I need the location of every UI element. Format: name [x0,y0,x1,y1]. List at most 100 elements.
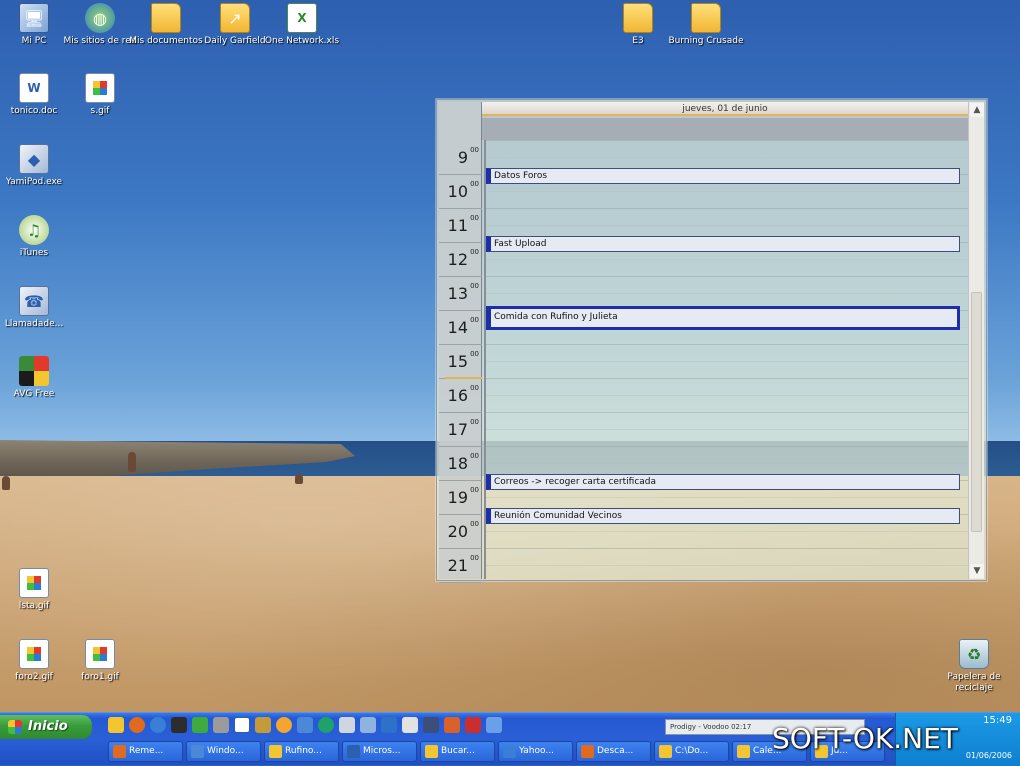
app-icon[interactable] [339,717,355,733]
app-icon[interactable] [444,717,460,733]
scroll-up-button[interactable]: ▲ [970,103,984,117]
app-icon[interactable] [486,717,502,733]
taskbar-task-button[interactable]: Desca... [576,741,651,762]
task-label: Desca... [597,746,634,756]
desktop-icon-daily-garfield[interactable]: ↗ Daily Garfield [197,3,273,47]
tree-icon[interactable] [192,717,208,733]
taskbar-task-button[interactable]: C:\Do... [654,741,729,762]
hour-label: 13 00 [439,277,482,311]
calendar-date-header[interactable]: jueves, 01 de junio [482,102,968,116]
app-icon[interactable] [360,717,376,733]
desktop-icon-recycle-bin[interactable]: ♻ Papelera de reciclaje [936,639,1012,694]
hour-minutes: 00 [470,350,479,358]
start-button[interactable]: Inicio [0,715,92,739]
hour-label: 21 00 [439,549,482,583]
task-label: Rufino... [285,746,322,756]
wallpaper-person [128,452,136,472]
half-hour-slot-line [486,191,968,192]
desktop-icon-e3[interactable]: E3 [600,3,676,47]
half-hour-slot-line [486,395,968,396]
desktop-icon-avg-free[interactable]: AVG Free [0,356,72,400]
hour-slot-line [486,140,968,141]
scroll-down-button[interactable]: ▼ [970,564,984,578]
taskbar-task-button[interactable]: Reme... [108,741,183,762]
desktop-icon-burning-crusade[interactable]: Burning Crusade [668,3,744,47]
avg-icon [19,356,49,386]
calendar-all-day-area[interactable] [482,118,968,140]
taskbar-task-button[interactable]: Yahoo... [498,741,573,762]
internet-explorer-icon[interactable] [150,717,166,733]
itunes-icon: ♫ [19,215,49,245]
app-icon[interactable] [318,717,334,733]
app-icon[interactable] [213,717,229,733]
task-label: C:\Do... [675,746,709,756]
calendar-event[interactable]: Reunión Comunidad Vecinos [486,508,960,524]
clock[interactable]: 15:49 [983,715,1012,726]
recycle-bin-icon: ♻ [959,639,989,669]
hour-slot-line [486,344,968,345]
folder-icon[interactable] [108,717,124,733]
taskbar-task-button[interactable]: Windo... [186,741,261,762]
desktop-icon-itunes[interactable]: ♫ iTunes [0,215,72,259]
half-hour-slot-line [486,157,968,158]
hour-number: 21 [447,556,468,575]
app-icon[interactable] [297,717,313,733]
half-hour-slot-line [486,225,968,226]
app-icon[interactable] [423,717,439,733]
calendar-event[interactable]: Fast Upload [486,236,960,252]
hour-number: 12 [447,250,468,269]
word-icon[interactable] [234,717,250,733]
app-icon[interactable] [255,717,271,733]
hour-slot-line [486,548,968,549]
app-icon[interactable] [171,717,187,733]
taskbar-task-button[interactable]: Rufino... [264,741,339,762]
desktop-icon-my-documents[interactable]: Mis documentos [128,3,204,47]
hour-label: 18 00 [439,447,482,481]
desktop-icon-s-gif[interactable]: s.gif [62,73,138,117]
hour-minutes: 00 [470,180,479,188]
calendar-event[interactable]: Comida con Rufino y Julieta [486,306,960,330]
desktop-icon-foro1-gif[interactable]: foro1.gif [62,639,138,683]
folder-icon [691,3,721,33]
hour-number: 9 [457,148,468,167]
taskbar-task-button[interactable]: Bucar... [420,741,495,762]
hour-number: 15 [447,352,468,371]
app-icon: ☎ [19,286,49,316]
computer-icon: 🖥 [19,3,49,33]
scroll-thumb[interactable] [971,292,982,532]
desktop-icon-lsta-gif[interactable]: lsta.gif [0,568,72,612]
calendar-time-slots[interactable]: Datos Foros Fast Upload Comida con Rufino … [484,140,968,579]
hour-label: 15 00 [439,345,482,379]
calendar-event[interactable]: Datos Foros [486,168,960,184]
app-icon [191,745,204,758]
chevron-up-icon: ▲ [973,105,981,115]
desktop-icon-one-network-xls[interactable]: X One Network.xls [264,3,340,47]
desktop-icon-llamada[interactable]: ☎ Llamadade... [0,286,72,330]
taskbar-task-button[interactable]: Micros... [342,741,417,762]
desktop-icon-network[interactable]: ◍ Mis sitios de red [62,3,138,47]
word-file-icon: W [19,73,49,103]
task-label: Reme... [129,746,164,756]
hour-minutes: 00 [470,384,479,392]
app-icon[interactable] [465,717,481,733]
hour-number: 10 [447,182,468,201]
calendar-event[interactable]: Correos -> recoger carta certificada [486,474,960,490]
firefox-icon[interactable] [129,717,145,733]
hour-number: 17 [447,420,468,439]
hour-minutes: 00 [470,282,479,290]
hour-slot-line [486,378,968,379]
app-icon[interactable] [276,717,292,733]
folder-icon [623,3,653,33]
half-hour-slot-line [486,497,968,498]
quick-launch-bar [108,717,502,737]
app-icon[interactable] [381,717,397,733]
gif-file-icon [85,639,115,669]
network-places-icon: ◍ [85,3,115,33]
app-icon[interactable] [402,717,418,733]
app-icon [737,745,750,758]
half-hour-slot-line [486,259,968,260]
hour-label: 11 00 [439,209,482,243]
hour-minutes: 00 [470,418,479,426]
desktop-icon-yamipod[interactable]: ◆ YamiPod.exe [0,144,72,188]
calendar-scrollbar[interactable]: ▲ ▼ [968,102,984,579]
